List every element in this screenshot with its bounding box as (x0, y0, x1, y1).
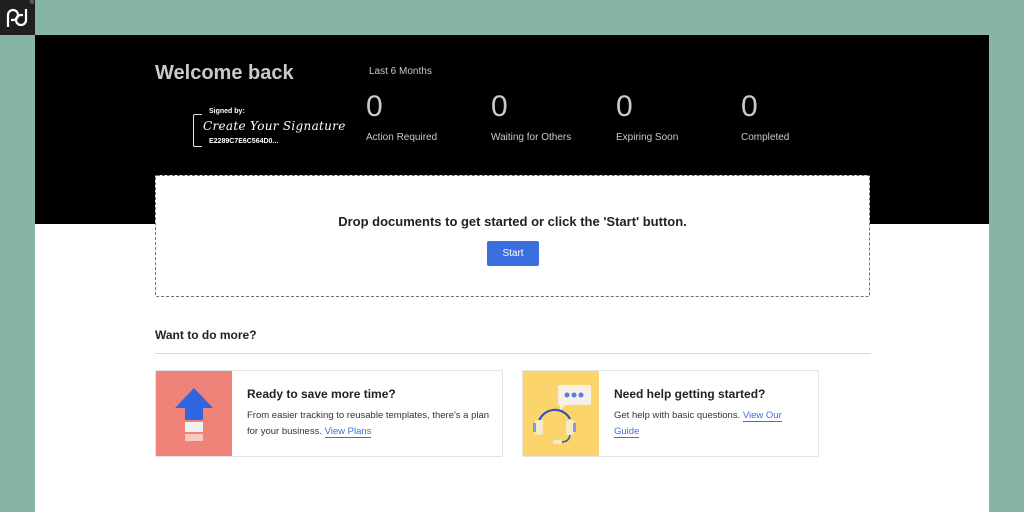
card-title: Need help getting started? (614, 387, 766, 401)
card-description: From easier tracking to reusable templat… (247, 408, 492, 440)
headset-support-icon (523, 371, 599, 456)
stat-expiring-soon[interactable]: 0 Expiring Soon (616, 89, 678, 143)
registered-mark: ® (29, 0, 34, 6)
help-guide-card: Need help getting started? Get help with… (522, 370, 819, 457)
signed-by-label: Signed by: (209, 108, 245, 115)
section-title: Want to do more? (155, 328, 257, 342)
signature-bracket (193, 114, 202, 147)
view-plans-link[interactable]: View Plans (324, 426, 372, 438)
pd-logo-icon (6, 8, 28, 27)
stat-value: 0 (616, 90, 633, 123)
stat-label: Completed (741, 132, 790, 143)
app-logo: ® (0, 0, 35, 35)
card-title: Ready to save more time? (247, 387, 396, 401)
card-description: Get help with basic questions. View Our … (614, 408, 804, 440)
create-signature-link[interactable]: Create Your Signature (203, 119, 346, 133)
stat-label: Waiting for Others (491, 132, 572, 143)
stat-completed[interactable]: 0 Completed (741, 89, 789, 143)
stat-label: Expiring Soon (616, 132, 679, 143)
card-text: Get help with basic questions. (614, 410, 741, 421)
start-button[interactable]: Start (487, 241, 539, 266)
app-window: Welcome back Signed by: Create Your Sign… (35, 35, 989, 512)
upgrade-arrow-icon (156, 371, 232, 456)
document-dropzone[interactable]: Drop documents to get started or click t… (155, 175, 870, 297)
stat-value: 0 (491, 90, 508, 123)
signature-preview[interactable]: Signed by: Create Your Signature E2289C7… (193, 108, 345, 147)
stat-value: 0 (741, 90, 758, 123)
stat-value: 0 (366, 90, 383, 123)
upgrade-plan-card: Ready to save more time? From easier tra… (155, 370, 503, 457)
stat-action-required[interactable]: 0 Action Required (366, 89, 437, 143)
section-divider (155, 353, 871, 354)
stat-waiting-for-others[interactable]: 0 Waiting for Others (491, 89, 571, 143)
welcome-heading: Welcome back (155, 62, 294, 84)
stat-label: Action Required (366, 132, 438, 143)
signature-id: E2289C7E6C564D0... (209, 138, 279, 145)
period-label: Last 6 Months (369, 66, 432, 77)
dropzone-message: Drop documents to get started or click t… (338, 214, 687, 229)
